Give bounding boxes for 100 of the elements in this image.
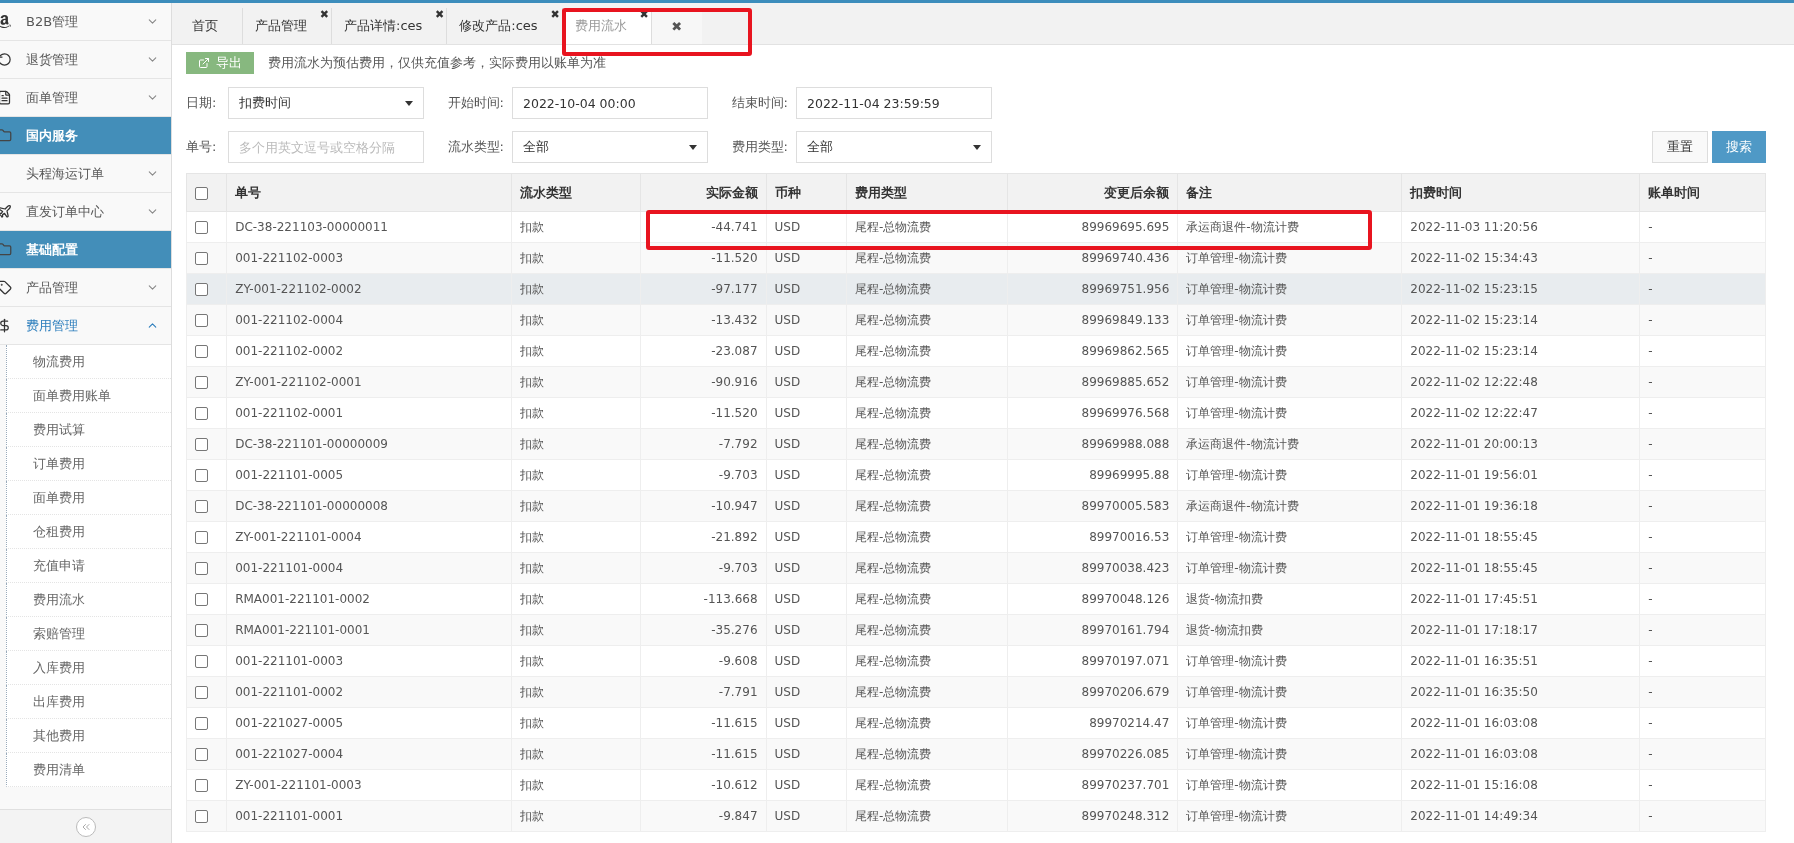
table-cell: 尾程-总物流费 [846,521,1008,553]
table-row[interactable]: ZY-001-221102-0001 扣款 -90.916 USD 尾程-总物流费 89969885.652 订单管理-物流计费 2022-11-02 12:22:48 - [186,366,1766,398]
checkbox[interactable] [195,314,208,327]
checkbox[interactable] [195,593,208,606]
table-cell: 89970005.583 [1007,490,1178,522]
table-cell: 扣款 [511,242,641,274]
sidebar-section[interactable]: 国内服务 [0,117,171,155]
sidebar-subitem[interactable]: 费用清单 [6,753,171,787]
sidebar-subitem[interactable]: 出库费用 [6,685,171,719]
checkbox[interactable] [195,500,208,513]
checkbox[interactable] [195,748,208,761]
table-cell: 扣款 [511,738,641,770]
table-cell: USD [766,304,847,336]
sidebar-subitem[interactable]: 其他费用 [6,719,171,753]
tab-close[interactable]: ✖ [435,9,445,20]
table-row[interactable]: 001-221027-0004 扣款 -11.615 USD 尾程-总物流费 89970226.085 订单管理-物流计费 2022-11-01 16:03:08 - [186,738,1766,770]
table-row[interactable]: 001-221101-0005 扣款 -9.703 USD 尾程-总物流费 89969995.88 订单管理-物流计费 2022-11-01 19:56:01 - [186,459,1766,491]
table-cell: 2022-11-01 16:03:08 [1401,738,1640,770]
table-cell: 尾程-总物流费 [846,366,1008,398]
checkbox[interactable] [195,531,208,544]
reset-button[interactable]: 重置 [1652,131,1708,163]
table-cell: -35.276 [640,614,767,646]
table-cell: 尾程-总物流费 [846,800,1008,832]
table-row[interactable]: ZY-001-221101-0003 扣款 -10.612 USD 尾程-总物流费 89970237.701 订单管理-物流计费 2022-11-01 15:16:08 - [186,769,1766,801]
select-field[interactable]: 全部 [512,131,708,163]
checkbox[interactable] [195,562,208,575]
checkbox[interactable] [195,283,208,296]
table-cell: USD [766,583,847,615]
table-row[interactable]: 001-221101-0001 扣款 -9.847 USD 尾程-总物流费 89970248.312 订单管理-物流计费 2022-11-01 14:49:34 - [186,800,1766,832]
sidebar-subitem[interactable]: 面单费用 [6,481,171,515]
table-cell: -11.520 [640,397,767,429]
sidebar-section[interactable]: 基础配置 [0,231,171,269]
checkbox[interactable] [195,686,208,699]
table-cell: -13.432 [640,304,767,336]
table-cell: 89969976.568 [1007,397,1178,429]
checkbox[interactable] [195,717,208,730]
sidebar-subitem[interactable]: 费用试算 [6,413,171,447]
checkbox[interactable] [195,655,208,668]
table-cell: 001-221102-0002 [226,335,512,367]
tab-close[interactable]: ✖ [550,9,560,20]
table-cell: 89970016.53 [1007,521,1178,553]
sidebar-subitem[interactable]: 入库费用 [6,651,171,685]
table-row[interactable]: DC-38-221101-00000009 扣款 -7.792 USD 尾程-总物流费 89969988.088 承运商退件-物流计费 2022-11-01 20:00:13 - [186,428,1766,460]
table-cell: 2022-11-02 15:23:14 [1401,335,1640,367]
table-row[interactable]: 001-221102-0002 扣款 -23.087 USD 尾程-总物流费 89969862.565 订单管理-物流计费 2022-11-02 15:23:14 - [186,335,1766,367]
table-row[interactable]: ZY-001-221101-0004 扣款 -21.892 USD 尾程-总物流费 89970016.53 订单管理-物流计费 2022-11-01 18:55:45 - [186,521,1766,553]
table-row[interactable]: DC-38-221101-00000008 扣款 -10.947 USD 尾程-总物流费 89970005.583 承运商退件-物流计费 2022-11-01 19:36:18 - [186,490,1766,522]
filter-label: 日期: [186,94,218,112]
input-field[interactable]: 2022-11-04 23:59:59 [796,87,992,119]
checkbox[interactable] [195,376,208,389]
table-cell: 扣款 [511,707,641,739]
checkbox[interactable] [195,810,208,823]
table-row[interactable]: 001-221027-0005 扣款 -11.615 USD 尾程-总物流费 89970214.47 订单管理-物流计费 2022-11-01 16:03:08 - [186,707,1766,739]
table-cell: 尾程-总物流费 [846,459,1008,491]
tab-close[interactable]: ✖ [319,9,329,20]
table-row[interactable]: RMA001-221101-0001 扣款 -35.276 USD 尾程-总物流费 89970161.794 退货-物流扣费 2022-11-01 17:18:17 - [186,614,1766,646]
input-field[interactable]: 2022-10-04 00:00 [512,87,708,119]
table-row[interactable]: RMA001-221101-0002 扣款 -113.668 USD 尾程-总物流费 89970048.126 退货-物流扣费 2022-11-01 17:45:51 - [186,583,1766,615]
checkbox[interactable] [195,438,208,451]
table-cell: 001-221101-0005 [226,459,512,491]
checkbox[interactable] [195,779,208,792]
table-row[interactable]: 001-221101-0002 扣款 -7.791 USD 尾程-总物流费 89970206.679 订单管理-物流计费 2022-11-01 16:35:50 - [186,676,1766,708]
table-row[interactable]: DC-38-221103-00000011 扣款 -44.741 USD 尾程-总物流费 89969695.695 承运商退件-物流计费 2022-11-03 11:20:56 - [186,211,1766,243]
table-cell: - [1639,459,1766,491]
table-row[interactable]: 001-221101-0003 扣款 -9.608 USD 尾程-总物流费 89970197.071 订单管理-物流计费 2022-11-01 16:35:51 - [186,645,1766,677]
checkbox[interactable] [195,624,208,637]
amazon-icon [0,14,12,29]
table-row[interactable]: ZY-001-221102-0002 扣款 -97.177 USD 尾程-总物流费 89969751.956 订单管理-物流计费 2022-11-02 15:23:15 - [186,273,1766,305]
table-cell: 2022-11-01 18:55:45 [1401,521,1640,553]
table-cell: - [1639,335,1766,367]
sidebar-subitem[interactable]: 索赔管理 [6,617,171,651]
table-cell: - [1639,428,1766,460]
sidebar-subitem[interactable]: 面单费用账单 [6,379,171,413]
sidebar-subitem[interactable]: 物流费用 [6,345,171,379]
table-cell: USD [766,211,847,243]
table-row[interactable]: 001-221102-0004 扣款 -13.432 USD 尾程-总物流费 89969849.133 订单管理-物流计费 2022-11-02 15:23:14 - [186,304,1766,336]
checkbox[interactable] [195,221,208,234]
table-cell: DC-38-221103-00000011 [226,211,512,243]
sidebar-subitem[interactable]: 费用流水 [6,583,171,617]
select-field[interactable]: 扣费时间 [228,87,424,119]
table-row[interactable]: 001-221101-0004 扣款 -9.703 USD 尾程-总物流费 89970038.423 订单管理-物流计费 2022-11-01 18:55:45 - [186,552,1766,584]
table-cell: USD [766,459,847,491]
checkbox[interactable] [195,469,208,482]
column-header: 单号 [226,173,512,212]
checkbox[interactable] [195,187,208,200]
checkbox[interactable] [195,407,208,420]
table-cell: 001-221102-0001 [226,397,512,429]
table-cell: - [1639,211,1766,243]
checkbox[interactable] [195,345,208,358]
sidebar-subitem[interactable]: 订单费用 [6,447,171,481]
sidebar-subitem[interactable]: 充值申请 [6,549,171,583]
table-cell: 89969849.133 [1007,304,1178,336]
table-row[interactable]: 001-221102-0001 扣款 -11.520 USD 尾程-总物流费 89969976.568 订单管理-物流计费 2022-11-02 12:22:47 - [186,397,1766,429]
sidebar-subitem[interactable]: 仓租费用 [6,515,171,549]
select-field[interactable]: 全部 [796,131,992,163]
table-cell: 尾程-总物流费 [846,583,1008,615]
column-header: 扣费时间 [1401,173,1640,212]
checkbox[interactable] [195,252,208,265]
input-field[interactable]: 多个用英文逗号或空格分隔 [228,131,424,163]
table-cell: ZY-001-221102-0001 [226,366,512,398]
